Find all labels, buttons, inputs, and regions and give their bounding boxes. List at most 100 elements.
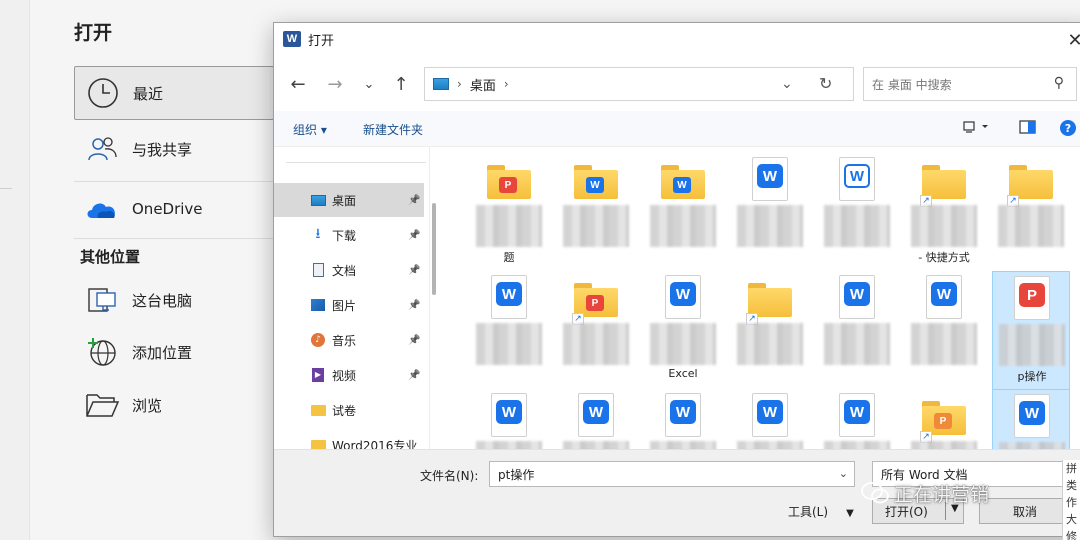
nav-item-4[interactable]: ♪ 音乐 📌 bbox=[274, 323, 424, 357]
document-icon bbox=[310, 262, 326, 278]
location-this-pc[interactable]: 这台电脑 bbox=[74, 273, 274, 327]
word-file-icon: W bbox=[839, 275, 875, 319]
filename-value: pt操作 bbox=[498, 467, 535, 482]
folder-icon: W bbox=[661, 165, 705, 199]
file-item[interactable]: W Excel bbox=[644, 271, 722, 391]
backstage-item-onedrive[interactable]: OneDrive bbox=[74, 182, 274, 236]
word-file-icon: W bbox=[491, 393, 527, 437]
other-locations-heading: 其他位置 bbox=[80, 248, 141, 266]
file-item[interactable]: W bbox=[818, 389, 896, 449]
blurred-filename bbox=[650, 441, 716, 449]
search-input[interactable]: 在 桌面 中搜索 ⚲ bbox=[863, 67, 1077, 101]
forward-arrow-icon[interactable]: → bbox=[322, 71, 348, 97]
new-folder-button[interactable]: 新建文件夹 bbox=[363, 121, 423, 138]
file-item[interactable]: ↗ - 快捷方式 bbox=[905, 153, 983, 273]
address-bar[interactable]: › 桌面 › ⌄ ↻ bbox=[424, 67, 854, 101]
nav-item-label: 音乐 bbox=[332, 333, 357, 348]
file-item[interactable]: W bbox=[557, 389, 635, 449]
file-item[interactable]: P ↗ bbox=[905, 389, 983, 449]
file-item[interactable]: W bbox=[644, 153, 722, 273]
file-item[interactable]: P ↗ bbox=[557, 271, 635, 391]
up-arrow-icon[interactable]: ↑ bbox=[388, 71, 414, 97]
folder-icon: ↗ bbox=[1007, 165, 1053, 207]
blurred-filename bbox=[650, 205, 716, 247]
file-item[interactable]: P题 bbox=[470, 153, 548, 273]
command-toolbar: 组织 ▾ 新建文件夹 ? bbox=[274, 111, 1080, 147]
backstage-item-recent[interactable]: 最近 bbox=[74, 66, 274, 120]
tools-menu[interactable]: 工具(L) ▼ bbox=[788, 503, 854, 520]
chevron-down-icon[interactable]: ⌄ bbox=[839, 467, 848, 480]
location-browse[interactable]: 浏览 bbox=[74, 378, 274, 432]
refresh-icon[interactable]: ↻ bbox=[819, 74, 832, 93]
nav-item-7[interactable]: Word2016专业 bbox=[274, 428, 424, 449]
organize-button[interactable]: 组织 ▾ bbox=[293, 121, 327, 138]
file-name: Excel bbox=[668, 367, 698, 380]
blurred-filename bbox=[737, 205, 803, 247]
breadcrumb-separator-icon[interactable]: › bbox=[457, 77, 462, 91]
file-item[interactable]: W bbox=[644, 389, 722, 449]
view-options-icon[interactable] bbox=[962, 119, 990, 139]
pin-icon[interactable]: 📌 bbox=[408, 265, 420, 276]
pictures-icon bbox=[310, 297, 326, 313]
edge-char: 大 bbox=[1066, 513, 1077, 526]
word-file-icon: W bbox=[752, 393, 788, 437]
recent-locations-chevron-icon[interactable]: ⌄ bbox=[356, 71, 382, 97]
file-item[interactable]: ↗ bbox=[992, 153, 1070, 273]
dialog-title: 打开 bbox=[308, 33, 335, 49]
file-item[interactable]: Pp操作 bbox=[992, 271, 1070, 391]
back-arrow-icon[interactable]: ← bbox=[285, 71, 311, 97]
nav-item-2[interactable]: 文档 📌 bbox=[274, 253, 424, 287]
nav-item-3[interactable]: 图片 📌 bbox=[274, 288, 424, 322]
open-dialog: W 打开 ✕ ← → ⌄ ↑ › 桌面 › ⌄ ↻ 在 桌面 中搜索 ⚲ 组织 … bbox=[273, 22, 1080, 537]
nav-item-5[interactable]: ▶ 视频 📌 bbox=[274, 358, 424, 392]
pin-icon[interactable]: 📌 bbox=[408, 370, 420, 381]
nav-item-0[interactable]: 桌面 📌 bbox=[274, 183, 424, 217]
file-item[interactable]: W bbox=[992, 389, 1070, 449]
download-icon: ⭳ bbox=[315, 226, 321, 242]
blurred-filename bbox=[563, 323, 629, 365]
file-item[interactable]: W bbox=[731, 153, 809, 273]
search-icon[interactable]: ⚲ bbox=[1054, 75, 1064, 91]
backstage-item-shared[interactable]: 与我共享 bbox=[74, 122, 274, 176]
filename-label: 文件名(N): bbox=[420, 469, 479, 483]
nav-item-label: 桌面 bbox=[332, 193, 357, 208]
navigation-scrollbar[interactable] bbox=[432, 203, 436, 295]
pdf-file-icon: P bbox=[1014, 276, 1050, 320]
cloud-icon bbox=[78, 189, 126, 229]
left-strip bbox=[0, 0, 30, 540]
nav-item-label: 下载 bbox=[332, 228, 357, 243]
edge-panel: 拼类作大修 bbox=[1062, 460, 1080, 540]
nav-item-6[interactable]: 试卷 bbox=[274, 393, 424, 427]
file-item[interactable]: W bbox=[470, 389, 548, 449]
help-icon[interactable]: ? bbox=[1059, 119, 1077, 141]
close-icon[interactable]: ✕ bbox=[1064, 29, 1080, 51]
location-label: 这台电脑 bbox=[132, 291, 193, 310]
nav-item-1[interactable]: ⭳ 下载 📌 bbox=[274, 218, 424, 252]
pin-icon[interactable]: 📌 bbox=[408, 230, 420, 241]
preview-pane-icon[interactable] bbox=[1019, 119, 1037, 139]
pin-icon[interactable]: 📌 bbox=[408, 300, 420, 311]
file-item[interactable]: W bbox=[557, 153, 635, 273]
file-item[interactable]: W bbox=[731, 389, 809, 449]
backstage-item-label: 与我共享 bbox=[132, 140, 193, 159]
file-item[interactable]: W bbox=[818, 153, 896, 273]
file-item[interactable]: W bbox=[905, 271, 983, 391]
file-item[interactable]: W bbox=[818, 271, 896, 391]
breadcrumb-desktop[interactable]: 桌面 bbox=[470, 75, 496, 94]
chevron-down-icon[interactable]: ⌄ bbox=[781, 76, 793, 92]
breadcrumb-separator-icon[interactable]: › bbox=[504, 77, 509, 91]
blurred-filename bbox=[476, 205, 542, 247]
backstage-title: 打开 bbox=[74, 22, 113, 44]
location-add-place[interactable]: 添加位置 bbox=[74, 325, 274, 379]
cancel-button[interactable]: 取消 bbox=[979, 498, 1071, 524]
filename-input[interactable]: pt操作 ⌄ bbox=[489, 461, 855, 487]
pin-icon[interactable]: 📌 bbox=[408, 195, 420, 206]
wechat-logo-icon bbox=[861, 482, 889, 504]
file-item[interactable]: W bbox=[470, 271, 548, 391]
blurred-filename bbox=[911, 441, 977, 449]
blurred-filename bbox=[824, 323, 890, 365]
file-item[interactable]: ↗ bbox=[731, 271, 809, 391]
folder-icon: P bbox=[487, 165, 531, 199]
word-file-icon: W bbox=[491, 275, 527, 319]
pin-icon[interactable]: 📌 bbox=[408, 335, 420, 346]
